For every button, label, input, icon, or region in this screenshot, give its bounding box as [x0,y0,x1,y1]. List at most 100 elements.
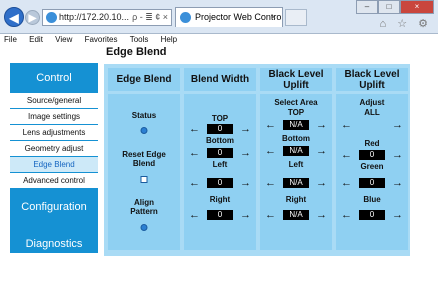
blend-left-decrease-icon[interactable]: ← [189,178,200,189]
red-value: 0 [359,150,385,160]
uplift-left-decrease-icon[interactable]: ← [265,178,276,189]
uplift-bottom-increase-icon[interactable]: → [316,146,327,157]
uplift-top-increase-icon[interactable]: → [316,120,327,131]
blend-bottom-increase-icon[interactable]: → [240,148,251,159]
blend-bottom-value: 0 [207,148,233,158]
sidebar-item-source-general[interactable]: Source/general [10,93,98,108]
browser-tab[interactable]: Projector Web Control × [175,7,283,27]
blend-top-control: ← 0 → [184,124,256,135]
menu-help[interactable]: Help [161,35,177,44]
menu-tools[interactable]: Tools [130,35,149,44]
uplift-bottom-decrease-icon[interactable]: ← [265,146,276,157]
red-increase-icon[interactable]: → [392,150,403,161]
blend-width-header: Blend Width [184,68,256,94]
blend-top-decrease-icon[interactable]: ← [189,124,200,135]
sidebar-item-lens-adjustments[interactable]: Lens adjustments [10,125,98,140]
align-pattern-label: Align Pattern [130,198,158,216]
green-increase-icon[interactable]: → [392,178,403,189]
black-level-adjust-column: Black Level Uplift Adjust ALL ← → Red ← … [336,68,408,250]
adjust-label: Adjust [359,98,385,107]
green-decrease-icon[interactable]: ← [341,178,352,189]
blend-right-value: 0 [207,210,233,220]
status-indicator [140,127,148,134]
edge-blend-column: Edge Blend Status Reset Edge Blend Align… [108,68,180,250]
uplift-right-control: ← N/A → [260,210,332,221]
green-value: 0 [359,178,385,188]
uplift-right-increase-icon[interactable]: → [316,210,327,221]
blue-value: 0 [359,210,385,220]
blue-increase-icon[interactable]: → [392,210,403,221]
menu-favorites[interactable]: Favorites [85,35,118,44]
adjust-all-increase-icon[interactable]: → [392,120,403,131]
menu-bar: File Edit View Favorites Tools Help [0,34,438,45]
blend-right-increase-icon[interactable]: → [240,210,251,221]
forward-button[interactable]: ▶ [25,10,40,25]
sidebar-item-edge-blend[interactable]: Edge Blend [10,157,98,172]
select-area-label: Select Area [274,98,318,107]
blend-top-increase-icon[interactable]: → [240,124,251,135]
adjust-all-control: ← → [336,120,408,131]
address-bar[interactable]: http://172.20.10... ρ - ≣ ¢ × [42,9,172,26]
uplift-top-decrease-icon[interactable]: ← [265,120,276,131]
uplift-right-value: N/A [283,210,309,220]
black-level-select-header: Black Level Uplift [260,68,332,94]
adjust-all-decrease-icon[interactable]: ← [341,120,352,131]
sidebar-item-image-settings[interactable]: Image settings [10,109,98,124]
red-label: Red [364,139,380,148]
blend-left-value: 0 [207,178,233,188]
blend-top-value: 0 [207,124,233,134]
blend-left-increase-icon[interactable]: → [240,178,251,189]
blend-left-label: Left [212,160,228,169]
sidebar-item-advanced-control[interactable]: Advanced control [10,173,98,188]
uplift-right-decrease-icon[interactable]: ← [265,210,276,221]
green-control: ← 0 → [336,178,408,189]
blue-label: Blue [363,195,381,204]
uplift-right-label: Right [285,195,307,204]
reset-edge-blend-label: Reset Edge Blend [122,150,166,168]
back-button[interactable]: ◀ [4,7,24,27]
address-text: http://172.20.10... [59,12,130,22]
sidebar: Control Source/general Image settings Le… [10,63,98,253]
sidebar-diagnostics[interactable]: Diagnostics [10,224,98,264]
home-favorites-settings-icons[interactable]: ⌂ ☆ ⚙ [380,17,432,30]
blue-decrease-icon[interactable]: ← [341,210,352,221]
green-label: Green [360,162,384,171]
uplift-top-control: ← N/A → [260,120,332,131]
blend-right-label: Right [209,195,231,204]
red-control: ← 0 → [336,150,408,161]
red-decrease-icon[interactable]: ← [341,150,352,161]
uplift-left-increase-icon[interactable]: → [316,178,327,189]
uplift-bottom-control: ← N/A → [260,146,332,157]
page-title: Edge Blend [106,46,167,58]
sidebar-configuration[interactable]: Configuration [10,190,98,224]
blend-top-label: TOP [211,114,229,123]
new-tab-button[interactable] [285,9,307,26]
align-pattern-toggle[interactable] [140,224,148,231]
blend-left-control: ← 0 → [184,178,256,189]
edge-blend-header: Edge Blend [108,68,180,94]
uplift-top-value: N/A [283,120,309,130]
menu-edit[interactable]: Edit [29,35,43,44]
sidebar-item-geometry-adjust[interactable]: Geometry adjust [10,141,98,156]
blue-control: ← 0 → [336,210,408,221]
uplift-top-label: TOP [287,108,305,117]
blend-right-decrease-icon[interactable]: ← [189,210,200,221]
blend-width-column: Blend Width TOP ← 0 → Bottom ← 0 → Left … [184,68,256,250]
menu-view[interactable]: View [55,35,72,44]
uplift-bottom-label: Bottom [282,134,310,143]
blend-bottom-control: ← 0 → [184,148,256,159]
reset-edge-blend-button[interactable] [140,176,148,183]
menu-file[interactable]: File [4,35,17,44]
sidebar-control-heading[interactable]: Control [10,63,98,93]
adjust-all-label: ALL [364,108,380,117]
status-label: Status [131,111,157,120]
ie-page-icon [46,12,57,23]
black-level-adjust-header: Black Level Uplift [336,68,408,94]
black-level-select-column: Black Level Uplift Select Area TOP ← N/A… [260,68,332,250]
tab-close-icon[interactable]: × [271,8,276,27]
maximize-button[interactable]: □ [378,0,400,14]
address-controls[interactable]: ρ - ≣ ¢ × [132,10,168,25]
minimize-button[interactable]: – [356,0,378,14]
close-window-button[interactable]: × [400,0,434,14]
blend-bottom-decrease-icon[interactable]: ← [189,148,200,159]
